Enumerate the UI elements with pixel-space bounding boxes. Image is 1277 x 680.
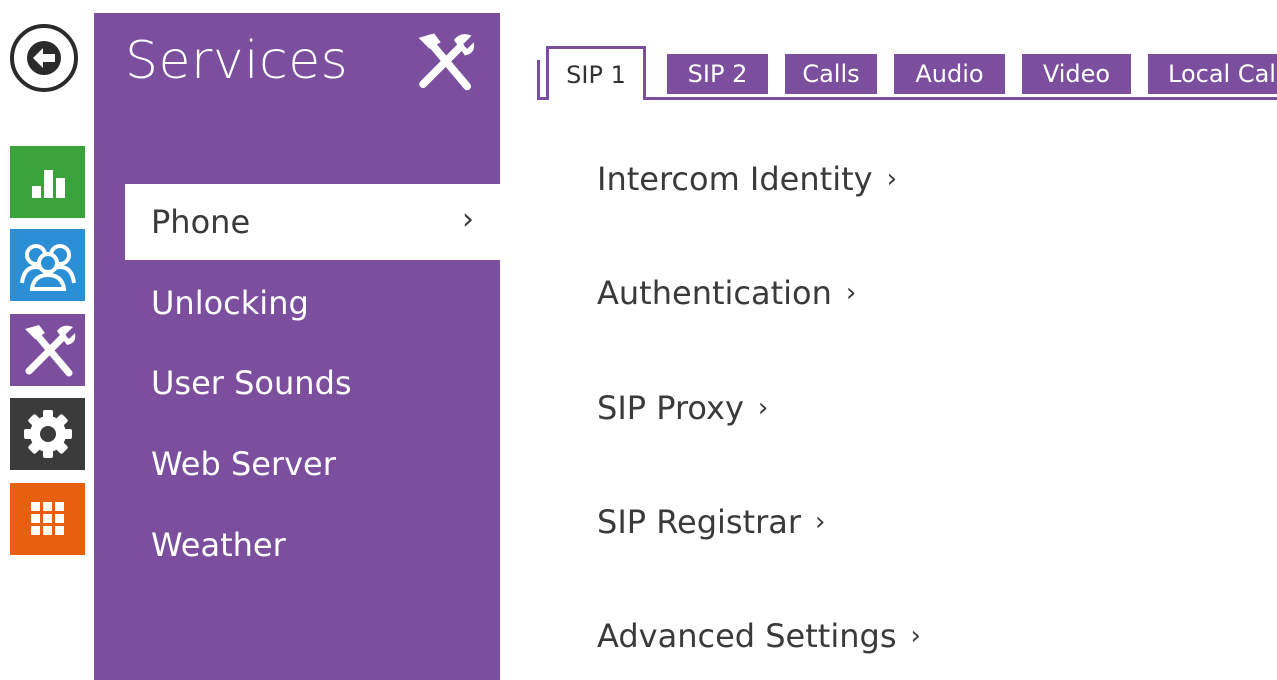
menu-item-weather[interactable]: Weather: [125, 507, 500, 583]
chevron-right-icon: ›: [757, 393, 769, 423]
menu-item-label: User Sounds: [151, 364, 352, 402]
grid-icon: [30, 502, 64, 535]
gear-icon: [23, 410, 72, 458]
link-label: SIP Registrar: [597, 503, 802, 541]
tab-video[interactable]: Video: [1022, 54, 1131, 94]
tab-bar-edge: [537, 60, 540, 100]
tab-bar-underline: [537, 97, 1277, 100]
chevron-right-icon: ›: [910, 621, 921, 651]
link-advanced-settings[interactable]: Advanced Settings ›: [597, 617, 921, 655]
menu-item-web-server[interactable]: Web Server: [125, 426, 500, 502]
chevron-right-icon: ›: [815, 507, 826, 537]
section-title: Services: [125, 31, 349, 91]
tab-sip-2[interactable]: SIP 2: [667, 54, 768, 94]
menu-item-unlocking[interactable]: Unlocking: [125, 265, 500, 341]
tab-sip-1[interactable]: SIP 1: [537, 46, 646, 103]
menu-item-phone[interactable]: Phone ›: [125, 184, 500, 260]
tab-calls[interactable]: Calls: [785, 54, 877, 94]
nav-directory-button[interactable]: [10, 229, 85, 301]
chevron-right-icon: ›: [845, 278, 857, 308]
tools-icon: [24, 325, 75, 377]
link-label: Authentication: [597, 274, 832, 312]
chevron-right-icon: ›: [886, 164, 897, 194]
section-panel: Services Phone › Unlocking User Sounds W…: [94, 13, 500, 680]
arrow-left-icon: [27, 41, 61, 75]
back-button[interactable]: [10, 24, 78, 92]
tab-audio[interactable]: Audio: [894, 54, 1005, 94]
chevron-right-icon: ›: [462, 202, 474, 237]
link-label: Advanced Settings: [597, 617, 897, 655]
nav-apps-button[interactable]: [10, 483, 85, 555]
tab-local-calls[interactable]: Local Calls: [1148, 54, 1277, 94]
nav-settings-button[interactable]: [10, 398, 85, 470]
tools-icon: [418, 33, 475, 91]
menu-item-label: Weather: [151, 526, 286, 564]
link-label: SIP Proxy: [597, 389, 744, 427]
nav-services-button[interactable]: [10, 314, 85, 386]
menu-item-label: Web Server: [151, 445, 336, 483]
nav-status-button[interactable]: [10, 146, 85, 218]
link-intercom-identity[interactable]: Intercom Identity ›: [597, 160, 897, 198]
link-authentication[interactable]: Authentication ›: [597, 274, 856, 312]
bar-chart-icon: [31, 170, 65, 198]
menu-item-label: Phone: [151, 203, 251, 241]
users-icon: [19, 244, 76, 291]
link-sip-registrar[interactable]: SIP Registrar ›: [597, 503, 825, 541]
menu-item-user-sounds[interactable]: User Sounds: [125, 345, 500, 421]
menu-item-label: Unlocking: [151, 284, 309, 322]
link-sip-proxy[interactable]: SIP Proxy ›: [597, 389, 768, 427]
link-label: Intercom Identity: [597, 160, 873, 198]
